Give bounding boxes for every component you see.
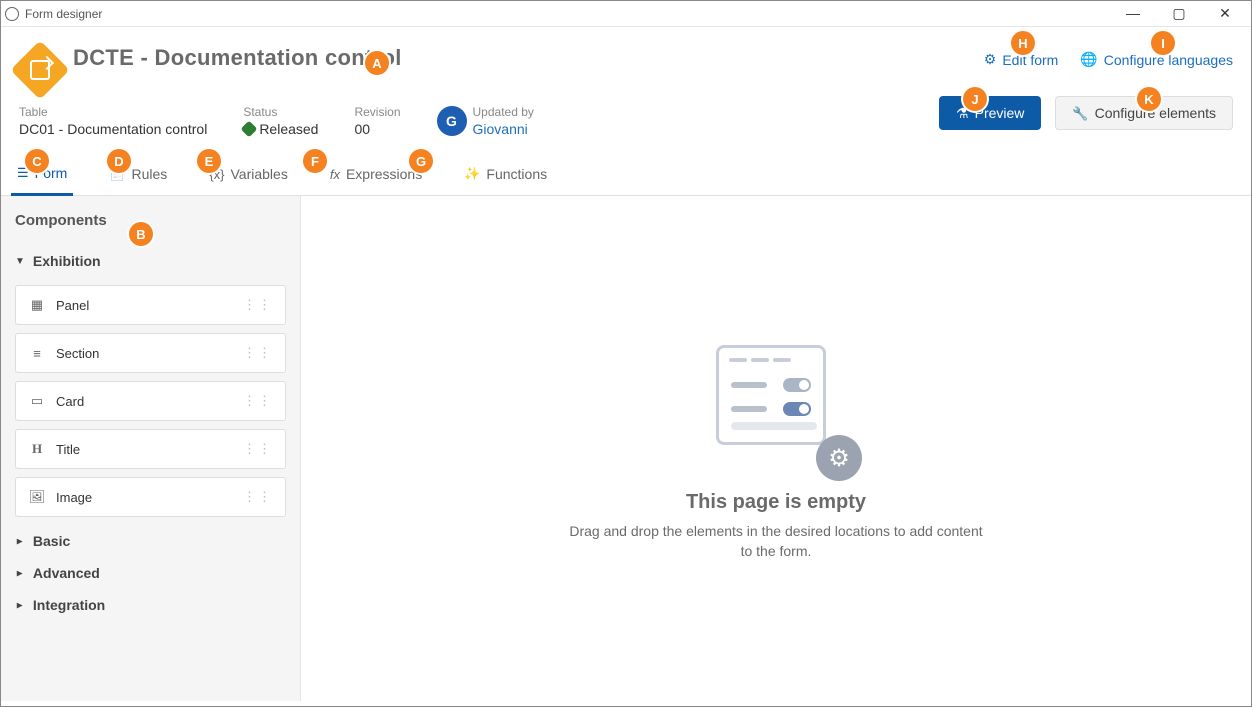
gear-overlay-icon: ⚙	[816, 435, 862, 481]
window-title: Form designer	[25, 7, 1119, 21]
edit-form-label: Edit form	[1002, 52, 1058, 68]
group-integration[interactable]: ▼ Integration	[15, 589, 286, 621]
app-globe-icon	[5, 7, 19, 21]
image-icon: 🖼	[28, 489, 46, 505]
tab-variables-label: Variables	[231, 166, 288, 182]
group-basic-label: Basic	[33, 533, 70, 549]
drag-handle-icon[interactable]: ⋮⋮	[243, 489, 273, 505]
annotation-G: G	[409, 149, 433, 173]
title-icon: H	[28, 441, 46, 457]
titlebar: Form designer — ▢ ✕	[1, 1, 1251, 27]
updated-by-user-link[interactable]: Giovanni	[473, 121, 528, 137]
window-minimize[interactable]: —	[1119, 5, 1147, 22]
meta-revision-label: Revision	[354, 105, 400, 119]
meta-updated-by: G Updated by Giovanni	[437, 105, 534, 137]
wrench-icon	[1072, 105, 1088, 122]
annotation-B: B	[129, 222, 153, 246]
component-title-label: Title	[56, 442, 80, 457]
tab-bar: ☰ Form 📄 Rules {x} Variables fx Expressi…	[1, 141, 1251, 196]
empty-subtitle: Drag and drop the elements in the desire…	[566, 522, 986, 561]
card-icon: ▭	[28, 393, 46, 409]
drag-handle-icon[interactable]: ⋮⋮	[243, 345, 273, 361]
meta-updated-by-label: Updated by	[473, 105, 534, 119]
status-released-icon	[241, 121, 258, 138]
caret-right-icon: ▼	[14, 536, 25, 546]
section-icon: ≡	[28, 346, 46, 361]
group-exhibition[interactable]: ▼ Exhibition	[15, 245, 286, 277]
component-panel-label: Panel	[56, 298, 89, 313]
drag-handle-icon[interactable]: ⋮⋮	[243, 393, 273, 409]
annotation-F: F	[303, 149, 327, 173]
group-exhibition-label: Exhibition	[33, 253, 101, 269]
component-card[interactable]: ▭ Card ⋮⋮	[15, 381, 286, 421]
group-integration-label: Integration	[33, 597, 105, 613]
meta-status: Status Released	[243, 105, 318, 137]
form-designer-icon	[10, 40, 69, 99]
annotation-H: H	[1011, 31, 1035, 55]
component-section-label: Section	[56, 346, 99, 361]
components-sidebar: Components ▼ Exhibition ▦ Panel ⋮⋮ ≡ Sec…	[1, 196, 301, 701]
annotation-K: K	[1137, 87, 1161, 111]
configure-languages-label: Configure languages	[1104, 52, 1233, 68]
header: DCTE - Documentation control Edit form C…	[1, 27, 1251, 91]
drag-handle-icon[interactable]: ⋮⋮	[243, 297, 273, 313]
tab-rules-label: Rules	[132, 166, 168, 182]
panel-icon: ▦	[28, 297, 46, 313]
component-card-label: Card	[56, 394, 84, 409]
meta-revision-value: 00	[354, 121, 400, 137]
annotation-A: A	[365, 51, 389, 75]
group-advanced-label: Advanced	[33, 565, 100, 581]
page-title: DCTE - Documentation control	[73, 45, 402, 71]
preview-button[interactable]: Preview	[939, 96, 1041, 130]
meta-table: Table DC01 - Documentation control	[19, 105, 207, 137]
window-maximize[interactable]: ▢	[1165, 5, 1193, 22]
meta-revision: Revision 00	[354, 105, 400, 137]
component-panel[interactable]: ▦ Panel ⋮⋮	[15, 285, 286, 325]
form-canvas[interactable]: ⚙ This page is empty Drag and drop the e…	[301, 196, 1251, 701]
tab-functions-label: Functions	[486, 166, 547, 182]
annotation-E: E	[197, 149, 221, 173]
group-basic[interactable]: ▼ Basic	[15, 525, 286, 557]
gear-icon	[984, 51, 997, 68]
meta-status-label: Status	[243, 105, 318, 119]
functions-icon: ✨	[464, 166, 480, 182]
empty-state-illustration: ⚙	[696, 335, 856, 475]
avatar: G	[437, 106, 467, 136]
expressions-icon: fx	[330, 167, 340, 182]
tab-functions[interactable]: ✨ Functions	[458, 165, 553, 195]
meta-table-label: Table	[19, 105, 207, 119]
annotation-I: I	[1151, 31, 1175, 55]
meta-table-value: DC01 - Documentation control	[19, 121, 207, 137]
empty-title: This page is empty	[686, 491, 866, 514]
caret-right-icon: ▼	[14, 568, 25, 578]
component-image-label: Image	[56, 490, 92, 505]
annotation-D: D	[107, 149, 131, 173]
component-image[interactable]: 🖼 Image ⋮⋮	[15, 477, 286, 517]
component-title[interactable]: H Title ⋮⋮	[15, 429, 286, 469]
globe-icon	[1080, 51, 1097, 68]
caret-right-icon: ▼	[14, 600, 25, 610]
annotation-C: C	[25, 149, 49, 173]
drag-handle-icon[interactable]: ⋮⋮	[243, 441, 273, 457]
body: Components ▼ Exhibition ▦ Panel ⋮⋮ ≡ Sec…	[1, 196, 1251, 701]
annotation-J: J	[963, 87, 987, 111]
window-close[interactable]: ✕	[1211, 5, 1239, 22]
component-section[interactable]: ≡ Section ⋮⋮	[15, 333, 286, 373]
meta-status-value: Released	[259, 121, 318, 137]
caret-down-icon: ▼	[15, 256, 25, 267]
group-advanced[interactable]: ▼ Advanced	[15, 557, 286, 589]
